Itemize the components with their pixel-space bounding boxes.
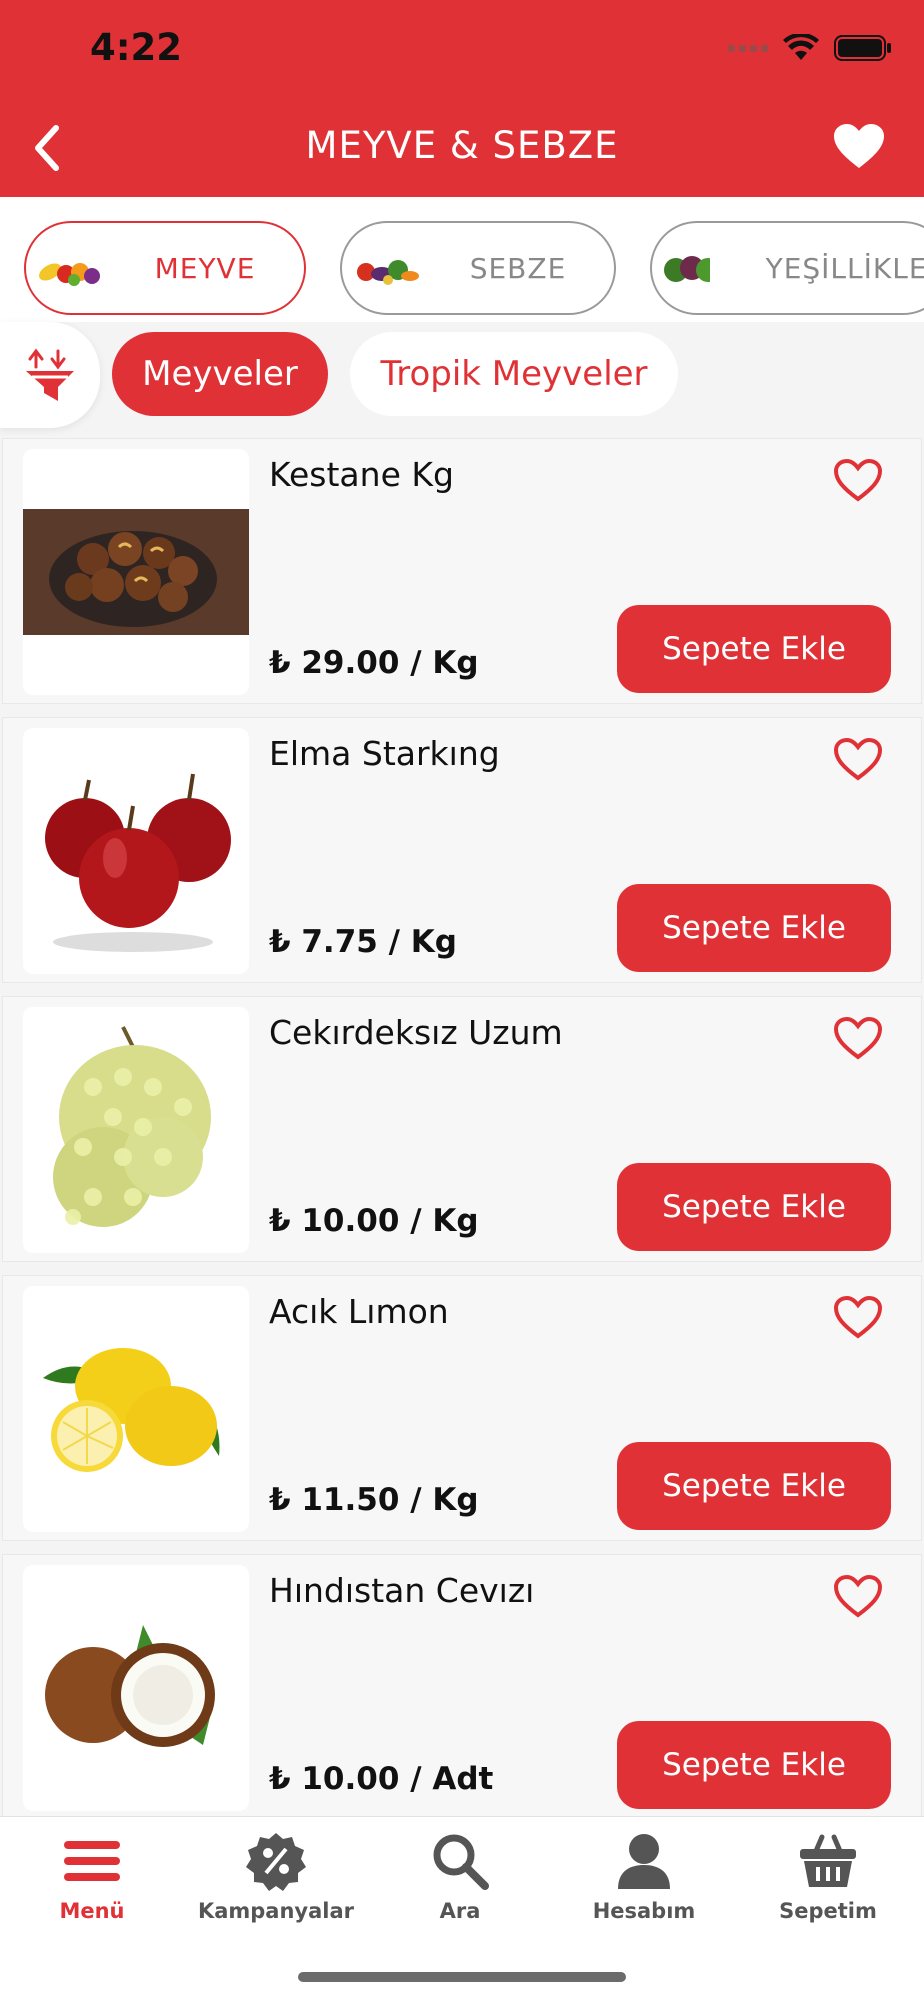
favorites-heart-icon[interactable] bbox=[832, 122, 886, 172]
product-name: Acık Lımon bbox=[269, 1292, 449, 1331]
add-to-cart-button[interactable]: Sepete Ekle bbox=[617, 1442, 891, 1530]
subcategory-tropik-meyveler[interactable]: Tropik Meyveler bbox=[350, 332, 678, 416]
search-icon bbox=[433, 1834, 489, 1890]
product-name: Hındıstan Cevızı bbox=[269, 1571, 535, 1610]
product-image-lemons bbox=[23, 1286, 249, 1532]
product-name: Kestane Kg bbox=[269, 455, 454, 494]
percent-badge-icon bbox=[246, 1833, 306, 1891]
add-to-cart-button[interactable]: Sepete Ekle bbox=[617, 1163, 891, 1251]
add-to-cart-button[interactable]: Sepete Ekle bbox=[617, 605, 891, 693]
status-icons bbox=[728, 34, 892, 62]
app-header: 4:22 MEYVE & SEBZE bbox=[0, 0, 924, 197]
product-price: ₺ 7.75 / Kg bbox=[269, 924, 457, 960]
product-list[interactable]: Kestane Kg ₺ 29.00 / Kg Sepete Ekle Elma… bbox=[0, 438, 924, 1816]
vegetables-thumbnail bbox=[352, 246, 422, 290]
favorite-heart-icon[interactable] bbox=[833, 1296, 883, 1340]
product-price: ₺ 10.00 / Kg bbox=[269, 1203, 479, 1239]
product-image-red-apples bbox=[23, 728, 249, 974]
subcategory-bar: Meyveler Tropik Meyveler bbox=[0, 322, 924, 434]
sort-filter-button[interactable] bbox=[0, 322, 100, 428]
category-meyve[interactable]: MEYVE bbox=[24, 221, 306, 315]
cellular-signal-icon bbox=[728, 44, 768, 52]
favorite-heart-icon[interactable] bbox=[833, 459, 883, 503]
wifi-icon bbox=[783, 34, 819, 60]
category-scroller[interactable]: MEYVE SEBZE YEŞİLLİKLER bbox=[0, 197, 924, 322]
product-price: ₺ 29.00 / Kg bbox=[269, 645, 479, 681]
status-time: 4:22 bbox=[90, 26, 183, 69]
product-image-coconut bbox=[23, 1565, 249, 1811]
product-card[interactable]: Hındıstan Cevızı ₺ 10.00 / Adt Sepete Ek… bbox=[2, 1554, 922, 1816]
tab-hesabim[interactable]: Hesabım bbox=[552, 1831, 736, 1923]
add-to-cart-button[interactable]: Sepete Ekle bbox=[617, 1721, 891, 1809]
product-price: ₺ 10.00 / Adt bbox=[269, 1761, 494, 1797]
tab-ara[interactable]: Ara bbox=[368, 1831, 552, 1923]
product-card[interactable]: Kestane Kg ₺ 29.00 / Kg Sepete Ekle bbox=[2, 438, 922, 704]
hamburger-icon bbox=[64, 1841, 120, 1881]
battery-icon bbox=[834, 35, 891, 61]
product-image-green-grapes bbox=[23, 1007, 249, 1253]
product-price: ₺ 11.50 / Kg bbox=[269, 1482, 479, 1518]
user-icon bbox=[618, 1834, 670, 1889]
tab-menu[interactable]: Menü bbox=[0, 1831, 184, 1923]
fruits-thumbnail bbox=[36, 246, 106, 290]
product-name: Elma Starkıng bbox=[269, 734, 500, 773]
home-indicator bbox=[298, 1972, 626, 1982]
favorite-heart-icon[interactable] bbox=[833, 1575, 883, 1619]
product-card[interactable]: Acık Lımon ₺ 11.50 / Kg Sepete Ekle bbox=[2, 1275, 922, 1541]
subcategory-meyveler[interactable]: Meyveler bbox=[112, 332, 328, 416]
product-name: Cekırdeksız Uzum bbox=[269, 1013, 563, 1052]
tab-sepetim[interactable]: Sepetim bbox=[736, 1831, 920, 1923]
category-yesillikler[interactable]: YEŞİLLİKLER bbox=[650, 221, 924, 315]
greens-thumbnail bbox=[662, 246, 710, 290]
add-to-cart-button[interactable]: Sepete Ekle bbox=[617, 884, 891, 972]
basket-icon bbox=[800, 1834, 856, 1887]
favorite-heart-icon[interactable] bbox=[833, 738, 883, 782]
tab-kampanyalar[interactable]: Kampanyalar bbox=[184, 1831, 368, 1923]
sort-funnel-icon bbox=[26, 348, 74, 401]
product-card[interactable]: Elma Starkıng ₺ 7.75 / Kg Sepete Ekle bbox=[2, 717, 922, 983]
category-sebze[interactable]: SEBZE bbox=[340, 221, 616, 315]
product-card[interactable]: Cekırdeksız Uzum ₺ 10.00 / Kg Sepete Ekl… bbox=[2, 996, 922, 1262]
favorite-heart-icon[interactable] bbox=[833, 1017, 883, 1061]
product-image-chestnuts bbox=[23, 449, 249, 695]
page-title: MEYVE & SEBZE bbox=[305, 124, 619, 167]
